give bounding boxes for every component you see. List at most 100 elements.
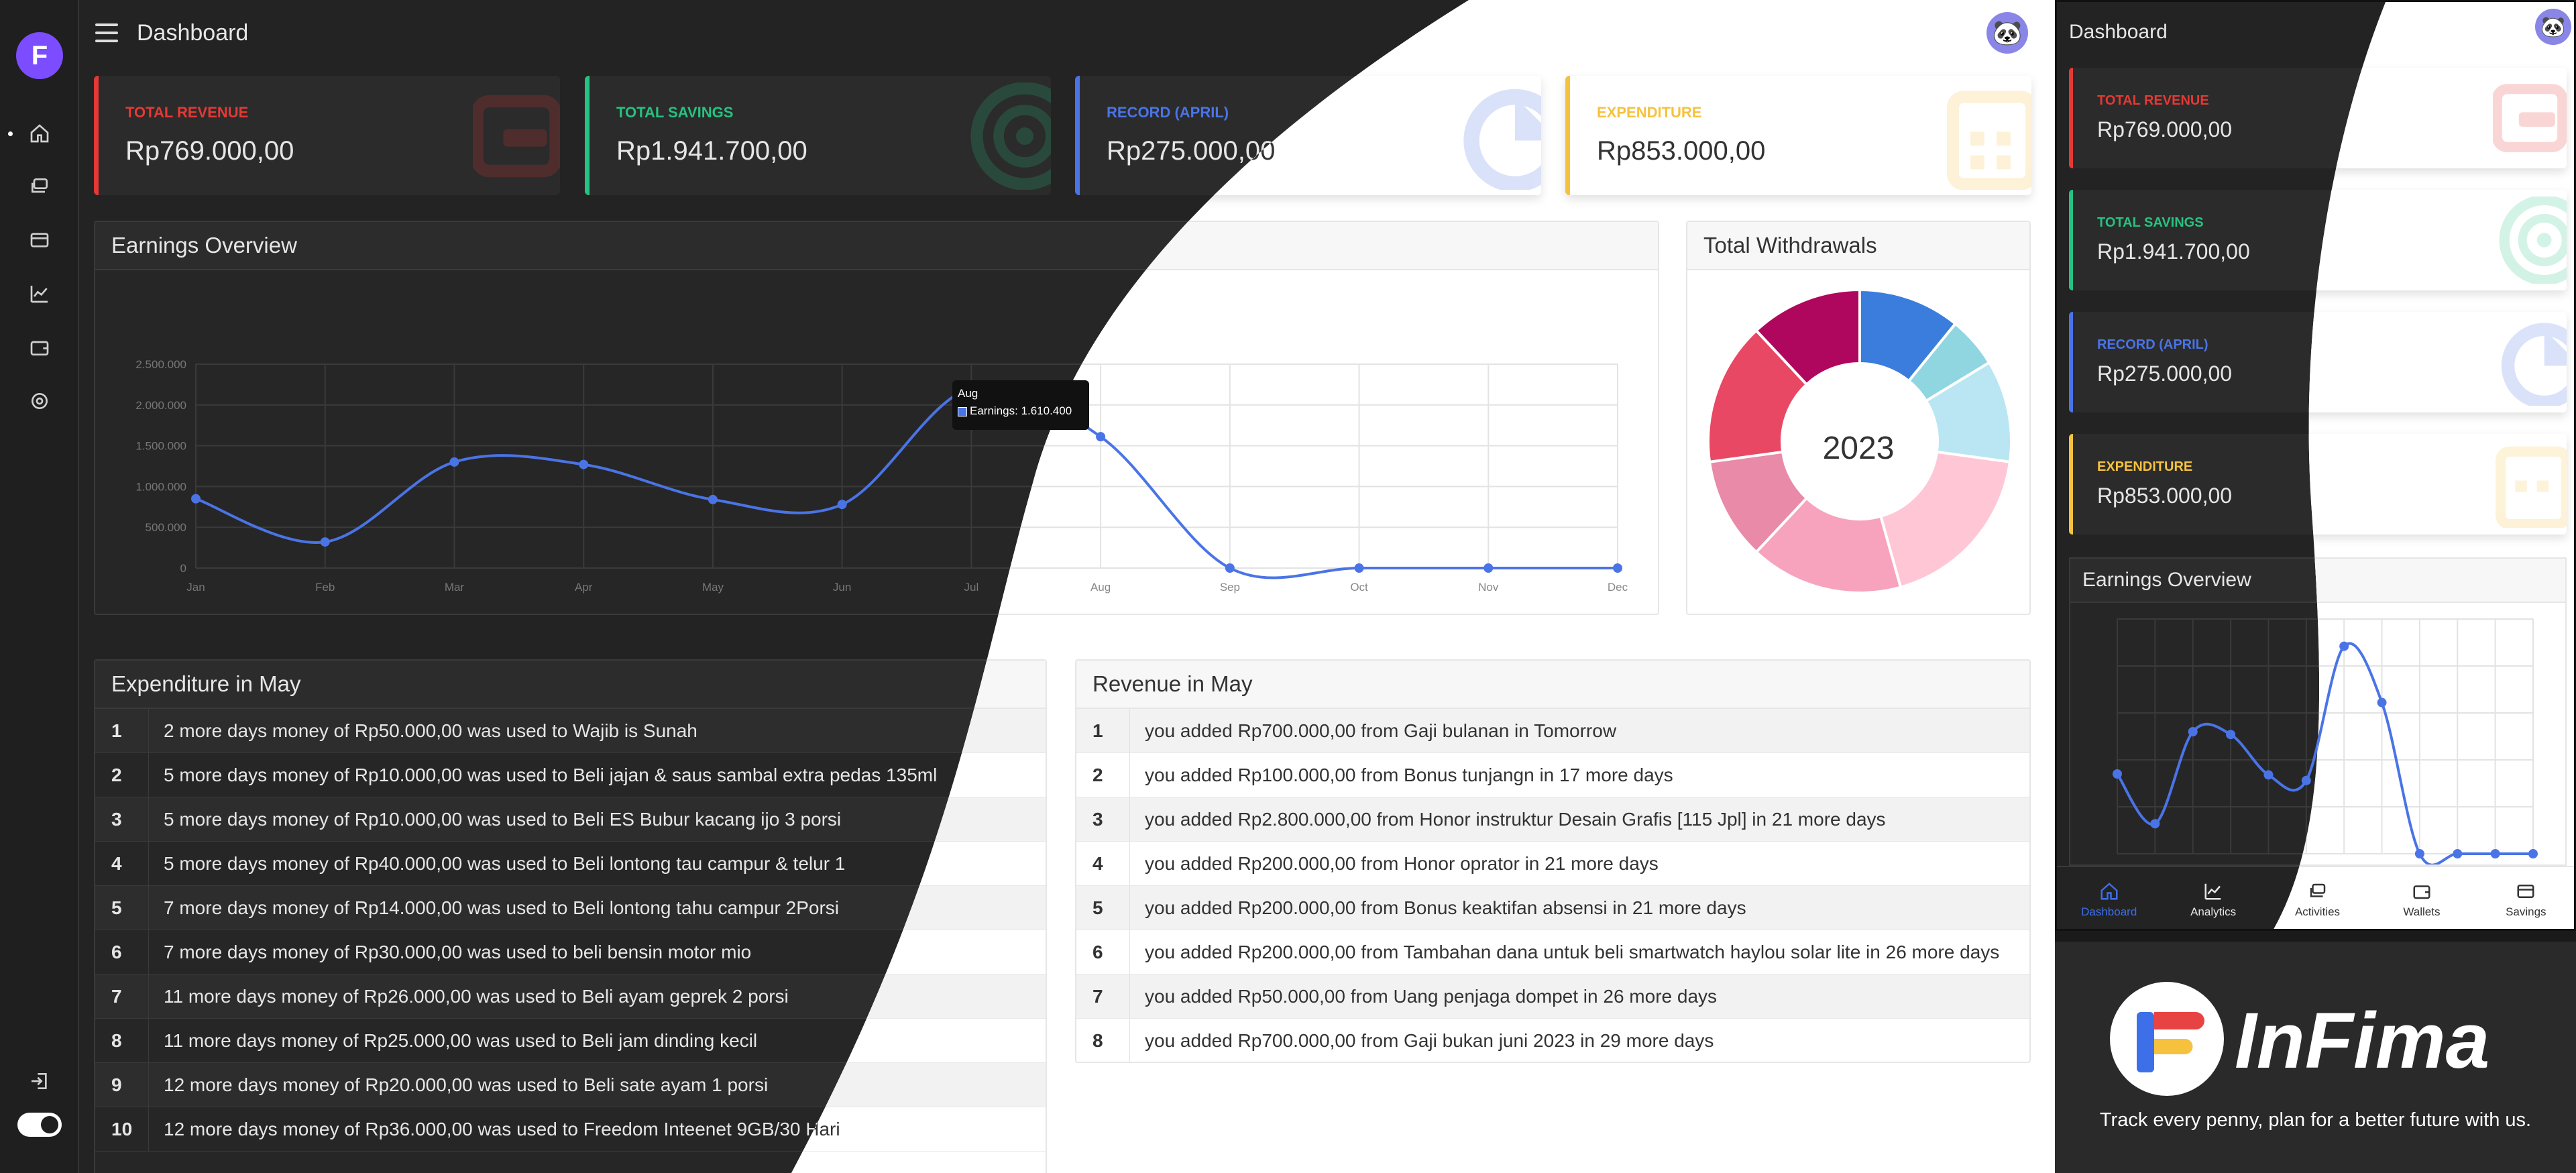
- y-tick-label: 1.500.000: [135, 440, 186, 453]
- data-point: [837, 500, 847, 510]
- card-label: EXPENDITURE: [1597, 104, 1702, 121]
- card-label: TOTAL SAVINGS: [616, 104, 734, 121]
- savings-icon: [2516, 881, 2536, 901]
- card-label: TOTAL REVENUE: [2097, 93, 2209, 108]
- expenditure-title: Expenditure in May: [95, 661, 1046, 709]
- table-row: 1 2 more days money of Rp50.000,00 was us…: [95, 709, 1046, 753]
- x-tick-label: Jul: [964, 581, 978, 594]
- data-point: [2339, 642, 2349, 651]
- card-value: Rp1.941.700,00: [616, 136, 807, 166]
- card-value: Rp1.941.700,00: [2097, 239, 2250, 264]
- card-label: RECORD (APRIL): [2097, 337, 2208, 352]
- data-point: [579, 459, 589, 469]
- row-number: 9: [95, 1063, 149, 1107]
- data-point: [191, 494, 201, 504]
- row-number: 4: [1076, 842, 1130, 885]
- logout-icon[interactable]: [27, 1068, 52, 1094]
- row-text: 12 more days money of Rp36.000,00 was us…: [164, 1118, 840, 1139]
- table-row: 3 you added Rp2.800.000,00 from Honor ins…: [1076, 797, 2029, 842]
- row-number: 5: [95, 886, 149, 930]
- withdrawals-title: Total Withdrawals: [1687, 222, 2029, 270]
- table-row: 3 5 more days money of Rp10.000,00 was us…: [95, 797, 1046, 842]
- menu-icon[interactable]: [95, 23, 118, 42]
- pie-icon: [1454, 82, 1541, 190]
- tooltip-month: Aug: [958, 387, 978, 400]
- card-total-savings: TOTAL SAVINGS Rp1.941.700,00: [585, 76, 1051, 195]
- data-point: [1096, 432, 1105, 441]
- row-text: you added Rp200.000,00 from Tambahan dan…: [1145, 941, 2000, 962]
- mobile-title: Dashboard: [2069, 21, 2168, 43]
- row-text: 11 more days money of Rp26.000,00 was us…: [164, 985, 789, 1007]
- tooltip-text: Earnings: 1.610.400: [970, 404, 1072, 417]
- calendar-icon: [2493, 441, 2567, 528]
- nav-label: Analytics: [2190, 905, 2237, 918]
- data-point: [2453, 849, 2462, 858]
- calendar-icon: [1944, 82, 2031, 190]
- x-tick-label: Jun: [833, 581, 851, 594]
- x-tick-label: Mar: [445, 581, 465, 594]
- page-title: Dashboard: [137, 20, 249, 46]
- chart-icon: [2204, 883, 2221, 900]
- wallet-icon[interactable]: [27, 335, 52, 360]
- row-number: 10: [95, 1107, 149, 1151]
- app-logo[interactable]: F: [16, 32, 63, 79]
- nav-wallets[interactable]: Wallets: [2369, 867, 2473, 931]
- mobile-view: Dashboard 🐼 TOTAL REVENUE Rp769.000,00 TO…: [2055, 0, 2576, 931]
- x-tick-label: Sep: [1220, 581, 1240, 594]
- row-text: 12 more days money of Rp20.000,00 was us…: [164, 1074, 769, 1095]
- card-expenditure: EXPENDITURE Rp853.000,00: [1565, 76, 2031, 195]
- row-number: 3: [95, 797, 149, 841]
- row-text: you added Rp700.000,00 from Gaji bukan j…: [1145, 1029, 1714, 1051]
- x-tick-label: Feb: [315, 581, 335, 594]
- nav-dashboard[interactable]: Dashboard: [2057, 867, 2161, 929]
- activities-icon[interactable]: [27, 174, 52, 199]
- revenue-panel: Revenue in May 1 you added Rp700.000,00 f…: [1075, 659, 2031, 1063]
- nav-savings[interactable]: Savings: [2474, 867, 2576, 931]
- settings-icon[interactable]: [27, 388, 52, 414]
- row-number: 3: [1076, 797, 1130, 841]
- card-icon[interactable]: [27, 227, 52, 253]
- row-number: 2: [1076, 753, 1130, 797]
- table-row: 5 you added Rp200.000,00 from Bonus keakt…: [1076, 886, 2029, 930]
- brand-panel: InFima Track every penny, plan for a bet…: [2055, 942, 2576, 1173]
- donut-center-year: 2023: [1822, 431, 1895, 466]
- target-icon: [970, 82, 1051, 190]
- x-tick-label: May: [702, 581, 724, 594]
- x-tick-label: Apr: [575, 581, 593, 594]
- row-text: 7 more days money of Rp30.000,00 was use…: [164, 941, 752, 962]
- data-point: [1613, 563, 1622, 573]
- wallet-icon: [473, 95, 560, 178]
- avatar[interactable]: 🐼: [1986, 12, 2028, 54]
- data-point: [1483, 563, 1493, 573]
- brand-tagline: Track every penny, plan for a better fut…: [2099, 1109, 2532, 1131]
- nav-label: Savings: [2506, 905, 2546, 918]
- data-point: [449, 457, 459, 467]
- card-value: Rp853.000,00: [2097, 484, 2233, 508]
- row-text: you added Rp200.000,00 from Bonus keakti…: [1145, 897, 1746, 918]
- data-point: [1225, 563, 1235, 573]
- brand-logo: [2110, 982, 2224, 1096]
- row-number: 7: [1076, 974, 1130, 1018]
- row-text: 2 more days money of Rp50.000,00 was use…: [164, 720, 697, 741]
- home-icon[interactable]: [27, 121, 52, 146]
- row-number: 7: [95, 974, 149, 1018]
- donut-slice: [1881, 452, 2010, 588]
- data-point: [2113, 769, 2122, 779]
- desktop-view: F Dashboard 🐼 TOTAL REVENUE Rp769.000,00: [0, 0, 2055, 1173]
- data-point: [2263, 770, 2274, 780]
- y-tick-label: 2.500.000: [135, 358, 186, 371]
- data-point: [1355, 563, 1364, 573]
- x-tick-label: Nov: [1478, 581, 1499, 594]
- theme-toggle[interactable]: [17, 1113, 62, 1137]
- table-row: 2 5 more days money of Rp10.000,00 was us…: [95, 753, 1046, 797]
- sidebar: F: [0, 0, 79, 1173]
- infima-logo-icon: [2137, 1012, 2204, 1072]
- avatar[interactable]: 🐼: [2535, 9, 2571, 45]
- row-number: 6: [1076, 930, 1130, 974]
- analytics-icon[interactable]: [27, 281, 52, 306]
- card-label: TOTAL SAVINGS: [2097, 215, 2204, 230]
- nav-analytics[interactable]: Analytics: [2161, 867, 2265, 929]
- revenue-title: Revenue in May: [1076, 661, 2029, 709]
- nav-label: Dashboard: [2081, 905, 2137, 918]
- row-text: 5 more days money of Rp10.000,00 was use…: [164, 808, 842, 830]
